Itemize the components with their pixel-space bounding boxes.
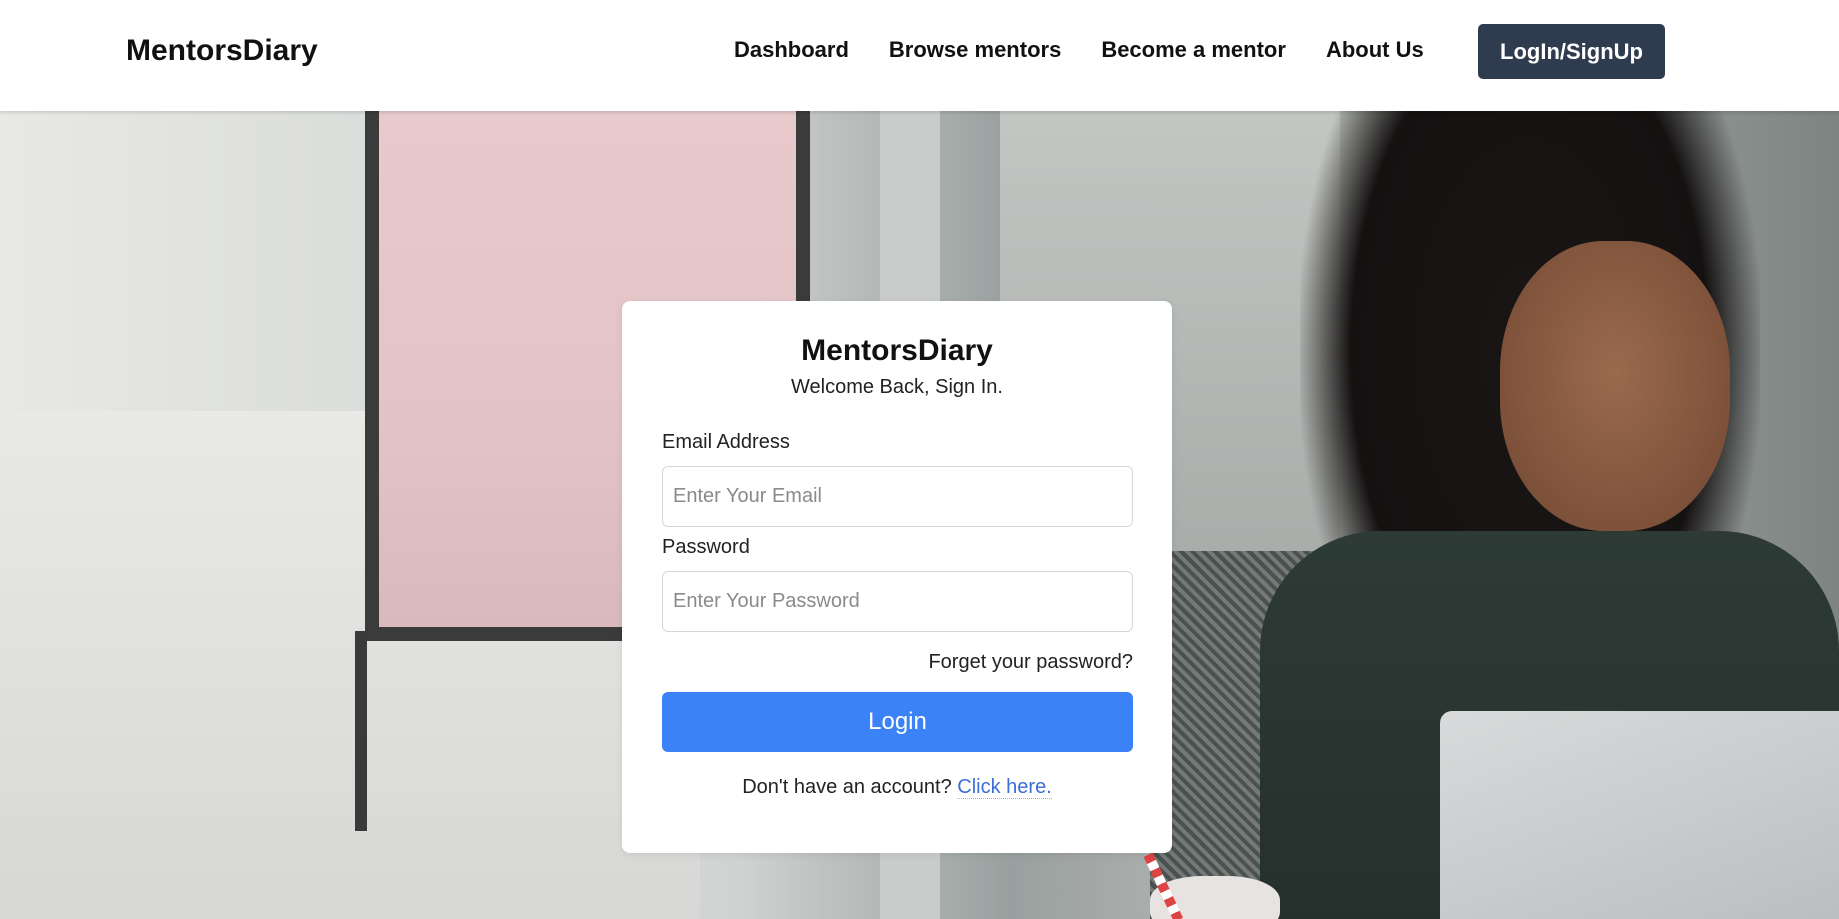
email-label: Email Address	[662, 431, 790, 453]
person-face	[1500, 241, 1730, 531]
nav-links: Dashboard Browse mentors Become a mentor…	[734, 37, 1464, 63]
password-label: Password	[662, 536, 750, 558]
login-card: MentorsDiary Welcome Back, Sign In. Emai…	[622, 301, 1172, 853]
signup-row: Don't have an account? Click here.	[622, 776, 1172, 799]
password-input[interactable]	[662, 571, 1133, 632]
sign-leg	[355, 631, 367, 831]
laptop	[1440, 711, 1839, 919]
signup-prompt: Don't have an account?	[742, 776, 952, 798]
email-input[interactable]	[662, 466, 1133, 527]
nav-link-about-us[interactable]: About Us	[1326, 37, 1424, 63]
login-card-subtitle: Welcome Back, Sign In.	[791, 376, 1003, 398]
site-logo[interactable]: MentorsDiary	[126, 34, 318, 68]
nav-link-browse-mentors[interactable]: Browse mentors	[889, 37, 1061, 63]
login-button[interactable]: Login	[662, 692, 1133, 752]
nav-link-dashboard[interactable]: Dashboard	[734, 37, 849, 63]
login-card-title: MentorsDiary	[801, 334, 993, 367]
forgot-password-link[interactable]: Forget your password?	[928, 651, 1133, 674]
nav-link-become-mentor[interactable]: Become a mentor	[1101, 37, 1286, 63]
top-navbar: MentorsDiary Dashboard Browse mentors Be…	[0, 0, 1839, 111]
login-signup-button[interactable]: LogIn/SignUp	[1478, 24, 1665, 79]
signup-link[interactable]: Click here.	[957, 776, 1052, 799]
